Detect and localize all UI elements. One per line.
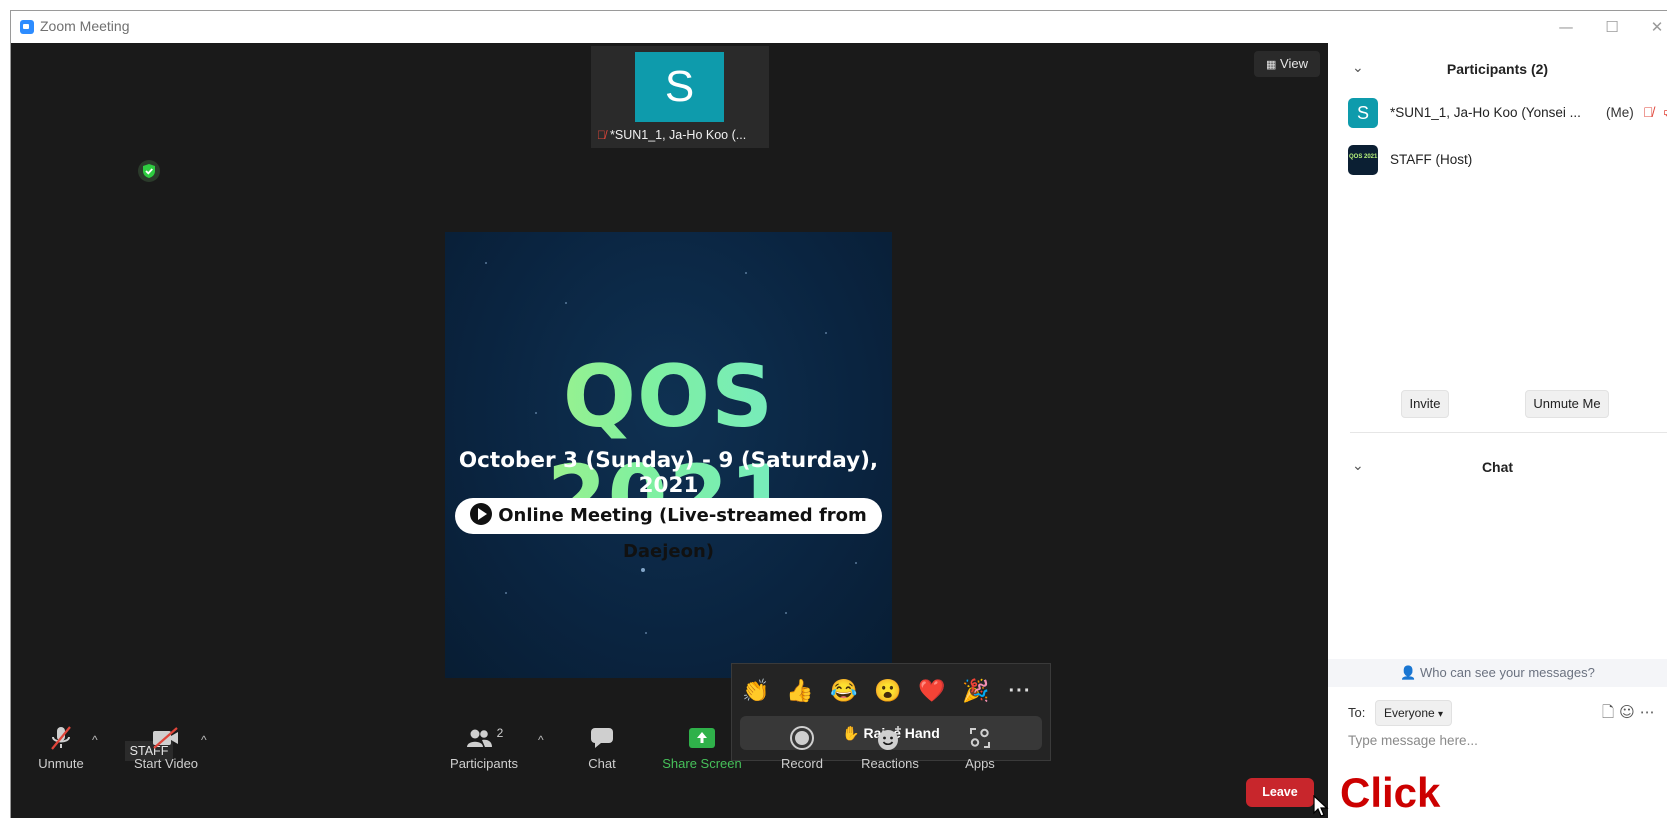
- participant-thumbnail[interactable]: S 🎙̸ *SUN1_1, Ja-Ho Koo (...: [591, 46, 769, 148]
- share-screen-label: Share Screen: [662, 756, 742, 771]
- zoom-app-icon: [20, 20, 34, 34]
- reactions-label: Reactions: [861, 756, 919, 771]
- audio-options-chevron-icon[interactable]: ^: [92, 733, 98, 747]
- thumbnail-avatar: S: [635, 52, 724, 122]
- view-label: View: [1280, 56, 1308, 71]
- clap-reaction-icon[interactable]: 👏: [738, 676, 774, 706]
- emoji-icon[interactable]: ☺: [1619, 703, 1640, 721]
- invite-button[interactable]: Invite: [1401, 390, 1449, 418]
- more-reactions-button[interactable]: ···: [1002, 676, 1038, 706]
- participants-icon-row: 2: [446, 720, 522, 756]
- shared-screen-poster: QOS 2021 October 3 (Sunday) - 9 (Saturda…: [445, 232, 892, 678]
- participant-me-tag: (Me): [1606, 105, 1634, 120]
- poster-pill-text: Online Meeting (Live-streamed from Daeje…: [498, 505, 867, 562]
- avatar: QOS 2021: [1348, 145, 1378, 175]
- participant-name: *SUN1_1, Ja-Ho Koo (Yonsei ...: [1390, 105, 1581, 120]
- surprised-reaction-icon[interactable]: 😮: [870, 676, 906, 706]
- chat-title: Chat: [1481, 459, 1514, 475]
- title-bar: Zoom Meeting — ☐ ✕: [11, 11, 1667, 43]
- chat-recipient-bar: To: Everyone ▾ 🗋☺⋯: [1348, 699, 1667, 727]
- apps-label: Apps: [965, 756, 995, 771]
- participants-header: ⌄ Participants (2): [1328, 55, 1667, 83]
- click-annotation: Click: [1340, 769, 1441, 816]
- participants-title: Participants (2): [1446, 61, 1549, 77]
- reactions-smiley-icon: [856, 720, 924, 756]
- recipient-value: Everyone: [1384, 706, 1435, 720]
- unmute-label: Unmute: [38, 756, 84, 771]
- video-off-icon: [122, 720, 210, 756]
- participants-icon: [466, 729, 492, 747]
- close-button[interactable]: ✕: [1642, 15, 1667, 39]
- message-input[interactable]: Type message here...: [1348, 733, 1478, 748]
- chevron-down-icon: ▾: [1438, 709, 1444, 720]
- reactions-button[interactable]: Reactions: [856, 720, 924, 775]
- heart-reaction-icon[interactable]: ❤️: [914, 676, 950, 706]
- chat-tools: 🗋☺⋯: [1602, 702, 1660, 727]
- who-can-see-text: Who can see your messages?: [1419, 665, 1595, 680]
- chat-bubble-icon: [580, 720, 624, 756]
- participant-row[interactable]: S *SUN1_1, Ja-Ho Koo (Yonsei ... (Me) 🎙̸…: [1348, 98, 1667, 130]
- thumbs-up-reaction-icon[interactable]: 👍: [782, 676, 818, 706]
- more-icon[interactable]: ⋯: [1640, 703, 1660, 721]
- record-icon: [776, 720, 828, 756]
- to-label: To:: [1348, 705, 1366, 720]
- participant-name: STAFF (Host): [1390, 152, 1473, 167]
- muted-mic-icon: [26, 720, 96, 756]
- poster-dates: October 3 (Sunday) - 9 (Saturday), 2021: [458, 448, 879, 498]
- record-label: Record: [781, 756, 823, 771]
- divider: [1350, 432, 1667, 433]
- security-shield-icon[interactable]: [138, 160, 160, 182]
- play-icon: [470, 503, 493, 525]
- side-panel: ⌄ Participants (2) S *SUN1_1, Ja-Ho Koo …: [1328, 43, 1667, 818]
- mouse-cursor-icon: [1313, 794, 1329, 823]
- chat-label: Chat: [588, 756, 616, 771]
- avatar: S: [1348, 98, 1378, 128]
- start-video-label: Start Video: [133, 756, 199, 771]
- maximize-button[interactable]: ☐: [1597, 15, 1627, 39]
- minimize-button[interactable]: —: [1551, 15, 1581, 39]
- muted-mic-icon: 🎙̸: [597, 128, 606, 142]
- file-icon[interactable]: 🗋: [1602, 703, 1619, 721]
- thumbnail-name-row: 🎙̸ *SUN1_1, Ja-Ho Koo (...: [597, 128, 746, 142]
- participants-options-chevron-icon[interactable]: ^: [538, 733, 544, 747]
- participants-count: 2: [496, 726, 504, 740]
- meeting-stage: S 🎙̸ *SUN1_1, Ja-Ho Koo (... ▦ View QOS 2…: [11, 43, 1328, 818]
- chat-button[interactable]: Chat: [580, 720, 624, 775]
- person-info-icon: 👤: [1400, 665, 1417, 680]
- grid-icon: ▦: [1266, 59, 1277, 71]
- view-button[interactable]: ▦ View: [1254, 51, 1320, 77]
- video-off-icon: ▭̸: [1663, 104, 1667, 120]
- apps-icon: [958, 720, 1002, 756]
- who-can-see-bar[interactable]: 👤 Who can see your messages?: [1328, 659, 1667, 687]
- avatar-logo-text: QOS 2021: [1349, 154, 1378, 160]
- video-options-chevron-icon[interactable]: ^: [201, 733, 207, 747]
- record-button[interactable]: Record: [776, 720, 828, 775]
- chat-header: ⌄ Chat: [1328, 453, 1667, 481]
- participants-label: Participants: [450, 756, 518, 771]
- leave-button[interactable]: Leave: [1246, 778, 1314, 807]
- party-reaction-icon[interactable]: 🎉: [958, 676, 994, 706]
- participants-button[interactable]: 2 Participants: [446, 720, 522, 775]
- poster-pill: Online Meeting (Live-streamed from Daeje…: [455, 498, 882, 562]
- thumbnail-name: *SUN1_1, Ja-Ho Koo (...: [610, 128, 747, 142]
- share-screen-button[interactable]: Share Screen: [658, 720, 746, 775]
- participant-row[interactable]: QOS 2021 STAFF (Host): [1348, 145, 1667, 177]
- unmute-button[interactable]: Unmute: [26, 720, 96, 775]
- start-video-button[interactable]: Start Video: [122, 720, 210, 775]
- joy-reaction-icon[interactable]: 😂: [826, 676, 862, 706]
- window-title: Zoom Meeting: [40, 18, 130, 34]
- apps-button[interactable]: Apps: [958, 720, 1002, 775]
- unmute-me-button[interactable]: Unmute Me: [1525, 390, 1609, 418]
- recipient-select[interactable]: Everyone ▾: [1375, 700, 1453, 726]
- muted-mic-icon: 🎙̸: [1643, 104, 1654, 120]
- share-screen-icon: [658, 720, 746, 756]
